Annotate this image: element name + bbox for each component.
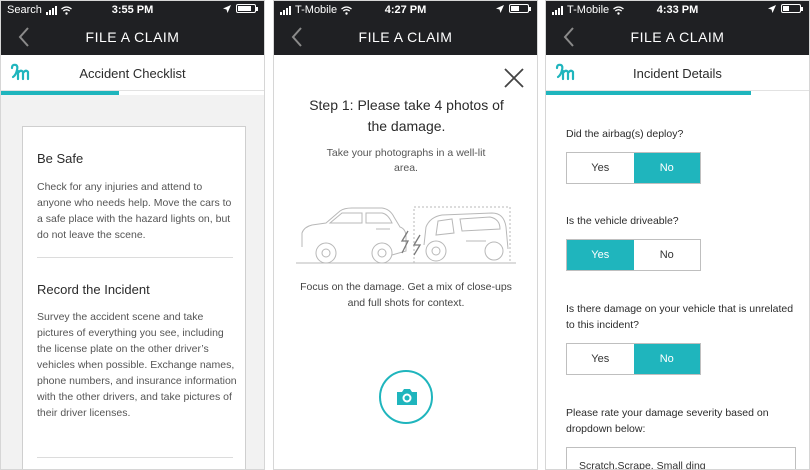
photo-step-screen: T-Mobile 4:27 PM FILE A CLAIM Step 1: Pl… bbox=[273, 0, 538, 470]
camera-button[interactable] bbox=[379, 370, 433, 424]
driveable-toggle: Yes No bbox=[566, 239, 701, 271]
location-arrow-icon bbox=[223, 4, 231, 13]
severity-dropdown[interactable]: Scratch,Scrape, Small ding bbox=[566, 447, 796, 469]
top-bar: T-Mobile 4:33 PM FILE A CLAIM bbox=[546, 1, 809, 55]
location-arrow-icon bbox=[768, 4, 776, 13]
battery-icon bbox=[781, 4, 803, 13]
option-yes[interactable]: Yes bbox=[567, 153, 634, 183]
section-body: Survey the accident scene and take pictu… bbox=[37, 311, 237, 419]
option-no[interactable]: No bbox=[633, 344, 700, 374]
question-airbag: Did the airbag(s) deploy? bbox=[566, 128, 684, 140]
battery-icon bbox=[509, 4, 531, 13]
step-instruction: Take your photographs in a well-lit area… bbox=[326, 147, 486, 174]
section-heading: Be Safe bbox=[37, 151, 84, 166]
location-arrow-icon bbox=[496, 4, 504, 13]
close-icon[interactable] bbox=[503, 67, 525, 89]
option-yes[interactable]: Yes bbox=[567, 344, 634, 374]
sub-header-title: Incident Details bbox=[633, 66, 722, 81]
status-bar: T-Mobile 4:33 PM bbox=[546, 1, 809, 19]
unrelated-damage-toggle: Yes No bbox=[566, 343, 701, 375]
progress-bar bbox=[546, 91, 752, 95]
sub-header: Accident Checklist bbox=[1, 55, 264, 91]
sub-header-title: Accident Checklist bbox=[79, 66, 186, 81]
question-unrelated-damage: Is there damage on your vehicle that is … bbox=[566, 303, 794, 331]
option-no[interactable]: No bbox=[633, 240, 700, 270]
option-yes[interactable]: Yes bbox=[567, 240, 634, 270]
camera-icon bbox=[397, 389, 417, 405]
checklist-card: Be Safe Check for any injuries and atten… bbox=[22, 126, 246, 469]
section-body: Check for any injuries and attend to any… bbox=[37, 181, 232, 241]
incident-details-screen: T-Mobile 4:33 PM FILE A CLAIM Incident D… bbox=[545, 0, 810, 470]
airbag-toggle: Yes No bbox=[566, 152, 701, 184]
focus-instruction: Focus on the damage. Get a mix of close-… bbox=[300, 281, 512, 309]
sub-header: Incident Details bbox=[546, 55, 809, 91]
nav-title: FILE A CLAIM bbox=[85, 29, 180, 45]
question-driveable: Is the vehicle driveable? bbox=[566, 215, 679, 227]
accident-checklist-screen: Search 3:55 PM FILE A CLAIM Accident Che… bbox=[0, 0, 265, 470]
car-damage-illustration bbox=[296, 206, 516, 264]
nav-title: FILE A CLAIM bbox=[630, 29, 725, 45]
status-bar: T-Mobile 4:27 PM bbox=[274, 1, 537, 19]
divider bbox=[37, 257, 233, 258]
step-title: Step 1: Please take 4 photos of the dama… bbox=[309, 97, 504, 134]
severity-label: Please rate your damage severity based o… bbox=[566, 407, 769, 435]
option-no[interactable]: No bbox=[633, 153, 700, 183]
battery-icon bbox=[236, 4, 258, 13]
status-bar: Search 3:55 PM bbox=[1, 1, 264, 19]
top-bar: T-Mobile 4:27 PM FILE A CLAIM bbox=[274, 1, 537, 55]
top-bar: Search 3:55 PM FILE A CLAIM bbox=[1, 1, 264, 55]
divider bbox=[37, 457, 233, 458]
nav-title: FILE A CLAIM bbox=[358, 29, 453, 45]
section-heading: Record the Incident bbox=[37, 282, 150, 297]
